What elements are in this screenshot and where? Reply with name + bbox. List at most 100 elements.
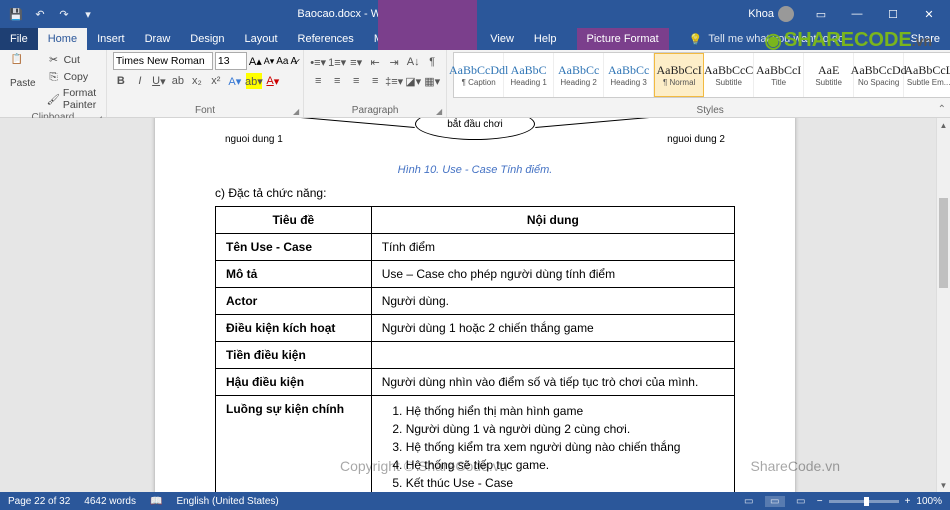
tab-home[interactable]: Home [38,28,87,50]
zoom-in-icon[interactable]: + [905,496,911,507]
borders-icon[interactable]: ▦▾ [424,73,440,89]
scroll-down-icon: ▼ [937,478,950,492]
tab-picture-format[interactable]: Picture Format [577,28,669,50]
cut-button[interactable]: ✂Cut [44,52,100,68]
zoom-value[interactable]: 100% [916,496,942,507]
qat-more-icon[interactable]: ▾ [78,4,98,24]
autosave-icon[interactable]: 💾 [6,4,26,24]
subscript-icon[interactable]: x₂ [189,73,205,89]
tab-references[interactable]: References [288,28,364,50]
maximize-icon[interactable]: ☐ [876,0,910,28]
font-color-icon[interactable]: A▾ [265,73,281,89]
bold-icon[interactable]: B [113,73,129,89]
align-center-icon[interactable]: ≡ [329,73,345,89]
tab-view[interactable]: View [480,28,524,50]
style-item[interactable]: AaBbCcDdl¶ Caption [454,53,504,97]
status-words[interactable]: 4642 words [84,496,136,507]
underline-icon[interactable]: U▾ [151,73,167,89]
undo-icon[interactable]: ↶ [30,4,50,24]
multilevel-icon[interactable]: ≡▾ [348,54,364,70]
numbering-icon[interactable]: 1≡▾ [329,54,345,70]
style-item[interactable]: AaBbCcI¶ Normal [654,53,704,97]
minimize-icon[interactable]: — [840,0,874,28]
page: bắt đầu chơi nguoi dung 1 nguoi dung 2 H… [155,118,795,492]
text-effects-icon[interactable]: A▾ [227,73,243,89]
superscript-icon[interactable]: x² [208,73,224,89]
style-item[interactable]: AaBbCHeading 1 [504,53,554,97]
status-page[interactable]: Page 22 of 32 [8,496,70,507]
style-item[interactable]: AaBbCcLSubtle Em... [904,53,950,97]
list-item: Kết thúc Use - Case [406,474,724,492]
status-language[interactable]: English (United States) [176,496,278,507]
view-web-icon[interactable]: ▭ [791,496,811,507]
italic-icon[interactable]: I [132,73,148,89]
font-size-combo[interactable] [215,52,247,70]
ribbon-display-icon[interactable]: ▭ [804,0,838,28]
document-area[interactable]: bắt đầu chơi nguoi dung 1 nguoi dung 2 H… [0,118,950,492]
list-item: Hệ thống hiển thị màn hình game [406,402,724,420]
paste-button[interactable]: 📋 Paste [6,52,40,91]
group-clipboard: 📋 Paste ✂Cut ⎘Copy 🖌Format Painter Clipb… [0,50,107,117]
clear-format-icon[interactable]: A̷ [290,56,297,67]
status-bar: Page 22 of 32 4642 words 📖 English (Unit… [0,492,950,510]
style-item[interactable]: AaBbCcITitle [754,53,804,97]
vertical-scrollbar[interactable]: ▲ ▼ [936,118,950,492]
style-item[interactable]: AaBbCcDdNo Spacing [854,53,904,97]
list-item: Hệ thống kiểm tra xem người dùng nào chi… [406,438,724,456]
change-case-icon[interactable]: Aa [276,56,288,67]
collapse-ribbon-icon[interactable]: ⌃ [938,104,946,115]
close-icon[interactable]: ✕ [912,0,946,28]
list-item: Hệ thống sẽ tiếp tục game. [406,456,724,474]
align-left-icon[interactable]: ≡ [310,73,326,89]
tab-help[interactable]: Help [524,28,567,50]
table-row: ActorNgười dùng. [216,288,735,315]
view-print-icon[interactable]: ▭ [765,496,785,507]
tab-file[interactable]: File [0,28,38,50]
tab-design[interactable]: Design [180,28,234,50]
user-account[interactable]: Khoa [740,6,802,22]
bullets-icon[interactable]: •≡▾ [310,54,326,70]
justify-icon[interactable]: ≡ [367,73,383,89]
table-row: Tiền điều kiện [216,342,735,369]
copy-icon: ⎘ [47,70,61,84]
scroll-thumb [939,198,948,288]
section-heading: c) Đặc tả chức năng: [215,186,735,200]
shading-icon[interactable]: ◪▾ [405,73,421,89]
grow-font-icon[interactable]: A▴ [249,55,262,68]
avatar-icon [778,6,794,22]
align-right-icon[interactable]: ≡ [348,73,364,89]
redo-icon[interactable]: ↷ [54,4,74,24]
styles-gallery[interactable]: AaBbCcDdl¶ CaptionAaBbCHeading 1AaBbCcHe… [453,52,950,98]
paragraph-launcher-icon[interactable]: ◢ [436,107,442,116]
cut-icon: ✂ [47,53,61,67]
shrink-font-icon[interactable]: A▾ [264,56,275,67]
style-item[interactable]: AaBbCcHeading 2 [554,53,604,97]
decrease-indent-icon[interactable]: ⇤ [367,54,383,70]
strike-icon[interactable]: ab [170,73,186,89]
figure-caption: Hình 10. Use - Case Tính điểm. [215,164,735,176]
highlight-icon[interactable]: ab▾ [246,73,262,89]
view-read-icon[interactable]: ▭ [739,496,759,507]
format-painter-button[interactable]: 🖌Format Painter [44,86,100,112]
zoom-out-icon[interactable]: − [817,496,823,507]
uml-usecase-oval: bắt đầu chơi [415,118,535,140]
font-launcher-icon[interactable]: ◢ [293,107,299,116]
table-row: Điều kiện kích hoạtNgười dùng 1 hoặc 2 c… [216,315,735,342]
style-item[interactable]: AaBbCcHeading 3 [604,53,654,97]
paste-icon: 📋 [11,54,35,76]
style-item[interactable]: AaESubtitle [804,53,854,97]
increase-indent-icon[interactable]: ⇥ [386,54,402,70]
show-marks-icon[interactable]: ¶ [424,54,440,70]
font-name-combo[interactable] [113,52,213,70]
status-spellcheck-icon[interactable]: 📖 [150,496,162,507]
uml-diagram: bắt đầu chơi nguoi dung 1 nguoi dung 2 [215,118,735,158]
sort-icon[interactable]: A↓ [405,54,421,70]
line-spacing-icon[interactable]: ‡≡▾ [386,73,402,89]
tab-insert[interactable]: Insert [87,28,135,50]
table-row: Hậu điều kiệnNgười dùng nhìn vào điểm số… [216,369,735,396]
zoom-slider[interactable] [829,500,899,503]
style-item[interactable]: AaBbCcCSubtitle [704,53,754,97]
tab-draw[interactable]: Draw [135,28,181,50]
tab-layout[interactable]: Layout [235,28,288,50]
copy-button[interactable]: ⎘Copy [44,69,100,85]
